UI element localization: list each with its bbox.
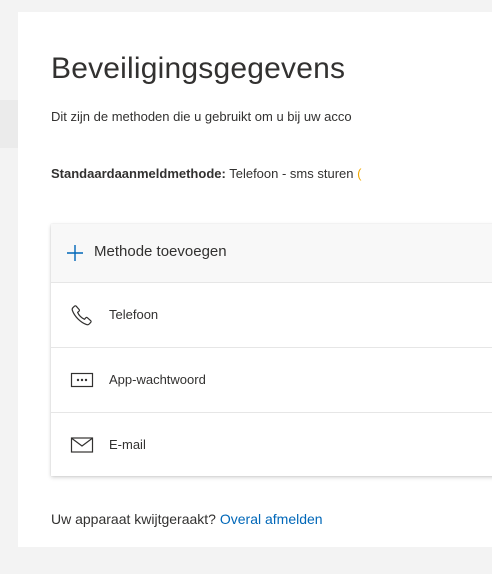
add-method-button[interactable]: Methode toevoegen <box>51 224 492 283</box>
method-label-phone: Telefoon <box>109 307 159 322</box>
page-title: Beveiligingsgegevens <box>51 52 346 85</box>
method-label-app-password: App-wachtwoord <box>109 372 206 387</box>
sign-out-everywhere-link[interactable]: Overal afmelden <box>220 511 323 527</box>
default-method-label: Standaardaanmeldmethode: <box>51 166 226 181</box>
method-label-email: E-mail <box>109 437 146 452</box>
change-default-link-fragment[interactable]: ( <box>357 166 361 181</box>
mail-icon <box>70 437 94 453</box>
add-method-label: Methode toevoegen <box>94 243 227 260</box>
lost-device-section: Uw apparaat kwijtgeraakt? Overal afmelde… <box>51 511 323 527</box>
default-method-value: Telefoon - sms sturen <box>229 166 354 181</box>
methods-card: Methode toevoegen Telefoon App-wachtwoor… <box>51 224 492 476</box>
phone-icon <box>71 305 92 326</box>
lost-device-text: Uw apparaat kwijtgeraakt? <box>51 511 216 527</box>
method-row-email: E-mail <box>51 413 492 477</box>
security-info-panel: Beveiligingsgegevens Dit zijn de methode… <box>18 12 492 547</box>
method-row-phone: Telefoon <box>51 283 492 348</box>
method-row-app-password: App-wachtwoord <box>51 348 492 413</box>
app-password-icon <box>70 372 94 388</box>
default-sign-in-method: Standaardaanmeldmethode: Telefoon - sms … <box>51 166 361 181</box>
page-subtitle: Dit zijn de methoden die u gebruikt om u… <box>51 109 352 124</box>
left-nav-strip <box>0 100 18 148</box>
plus-icon <box>67 245 83 261</box>
